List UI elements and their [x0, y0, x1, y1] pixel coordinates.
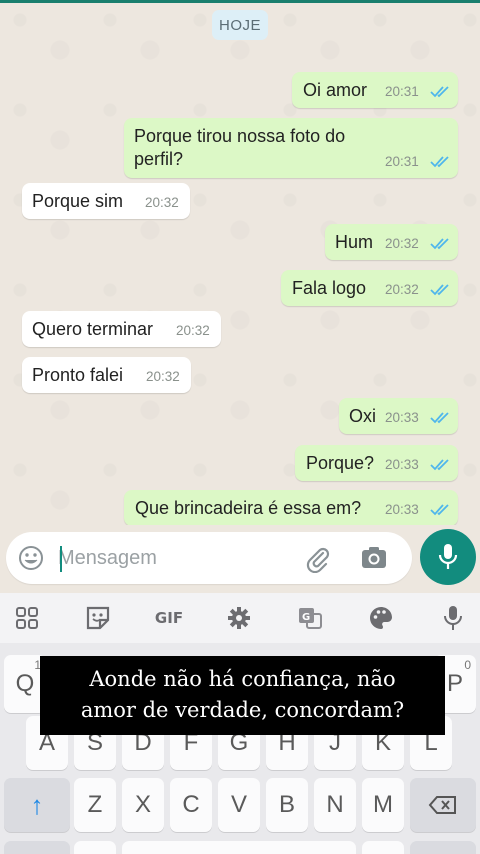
read-ticks-icon — [430, 459, 449, 471]
outgoing-message[interactable]: Hum 20:32 — [325, 224, 458, 260]
incoming-message[interactable]: Pronto falei 20:32 — [22, 357, 191, 393]
key-b[interactable]: B — [266, 778, 308, 832]
key-x[interactable]: X — [122, 778, 164, 832]
message-composer — [0, 525, 480, 593]
caption-line: amor de verdade, concordam? — [80, 698, 405, 722]
message-text: Que brincadeira é essa em? — [135, 498, 362, 518]
attach-icon[interactable] — [304, 545, 332, 573]
bottom-row-key[interactable] — [74, 841, 116, 854]
emoji-icon[interactable] — [18, 545, 44, 571]
message-time: 20:32 — [385, 282, 419, 297]
key-label: P — [446, 670, 463, 697]
read-ticks-icon — [430, 238, 449, 250]
message-time: 20:33 — [385, 410, 419, 425]
incoming-message[interactable]: Porque sim 20:32 — [22, 183, 190, 219]
outgoing-message[interactable]: Fala logo 20:32 — [281, 270, 458, 306]
bottom-row-key[interactable] — [410, 841, 476, 854]
chat-area[interactable]: HOJE Oi amor 20:31 Porque tirou nossa fo… — [0, 0, 480, 530]
key-hint: 0 — [464, 658, 471, 672]
key-v[interactable]: V — [218, 778, 260, 832]
shift-key[interactable]: ↑ — [4, 778, 70, 832]
key-n[interactable]: N — [314, 778, 356, 832]
key-label: V — [230, 791, 247, 818]
message-text: Pronto falei — [32, 365, 124, 385]
svg-text:G: G — [302, 612, 310, 623]
key-m[interactable]: M — [362, 778, 404, 832]
outgoing-message[interactable]: Porque tirou nossa foto do perfil? 20:31 — [124, 118, 458, 178]
keyboard-toolbar: GIF G — [0, 593, 480, 643]
outgoing-message[interactable]: Porque? 20:33 — [295, 445, 458, 481]
read-ticks-icon — [430, 156, 449, 168]
message-text: Hum — [335, 232, 374, 252]
header-edge — [0, 0, 480, 3]
message-time: 20:31 — [385, 154, 419, 169]
key-label: X — [134, 791, 151, 818]
read-ticks-icon — [430, 412, 449, 424]
bottom-row-key[interactable] — [362, 841, 404, 854]
message-text: Porque sim — [32, 191, 124, 211]
translate-icon[interactable]: G — [295, 603, 325, 633]
message-text: perfil? — [134, 149, 184, 169]
message-text: Quero terminar — [32, 319, 154, 339]
gif-icon[interactable]: GIF — [152, 603, 186, 633]
settings-gear-icon[interactable] — [224, 603, 254, 633]
space-key[interactable] — [122, 841, 356, 854]
caption-overlay: Aonde não há confiança, não amor de verd… — [40, 656, 445, 735]
message-text: Porque? — [306, 453, 375, 473]
outgoing-message[interactable]: Oi amor 20:31 — [292, 72, 458, 108]
message-time: 20:33 — [385, 502, 419, 517]
message-text: Fala logo — [292, 278, 367, 298]
mic-button[interactable] — [420, 529, 476, 585]
key-label: Z — [87, 791, 103, 818]
shift-icon: ↑ — [30, 789, 44, 820]
read-ticks-icon — [430, 86, 449, 98]
key-label: M — [373, 791, 393, 818]
read-ticks-icon — [430, 284, 449, 296]
message-time: 20:31 — [385, 84, 419, 99]
key-label: C — [182, 791, 200, 818]
text-cursor — [60, 546, 62, 572]
message-input[interactable] — [58, 542, 288, 574]
message-text: Porque tirou nossa foto do — [134, 126, 346, 146]
key-z[interactable]: Z — [74, 778, 116, 832]
incoming-message[interactable]: Quero terminar 20:32 — [22, 311, 221, 347]
palette-icon[interactable] — [366, 603, 396, 633]
key-c[interactable]: C — [170, 778, 212, 832]
message-text: Oxi — [349, 406, 376, 426]
sticker-icon[interactable] — [83, 603, 113, 633]
message-time: 20:33 — [385, 457, 419, 472]
key-label: Q — [15, 670, 35, 697]
backspace-key[interactable] — [410, 778, 476, 832]
key-label: N — [326, 791, 344, 818]
read-ticks-icon — [430, 504, 449, 516]
apps-grid-icon[interactable] — [12, 603, 42, 633]
key-label: B — [278, 791, 295, 818]
mic-icon — [438, 544, 458, 569]
message-time: 20:32 — [385, 236, 419, 251]
bottom-row-key[interactable] — [4, 841, 70, 854]
message-input-container[interactable] — [6, 532, 412, 584]
date-separator: HOJE — [212, 10, 268, 40]
backspace-icon — [428, 796, 456, 814]
voice-mic-icon[interactable] — [438, 603, 468, 633]
caption-line: Aonde não há confiança, não — [89, 667, 396, 691]
message-time: 20:32 — [146, 369, 180, 384]
message-time: 20:32 — [145, 195, 179, 210]
outgoing-message[interactable]: Que brincadeira é essa em? 20:33 — [124, 490, 458, 526]
outgoing-message[interactable]: Oxi 20:33 — [339, 398, 458, 434]
message-time: 20:32 — [176, 323, 210, 338]
message-text: Oi amor — [303, 80, 368, 100]
camera-icon[interactable] — [360, 546, 388, 570]
